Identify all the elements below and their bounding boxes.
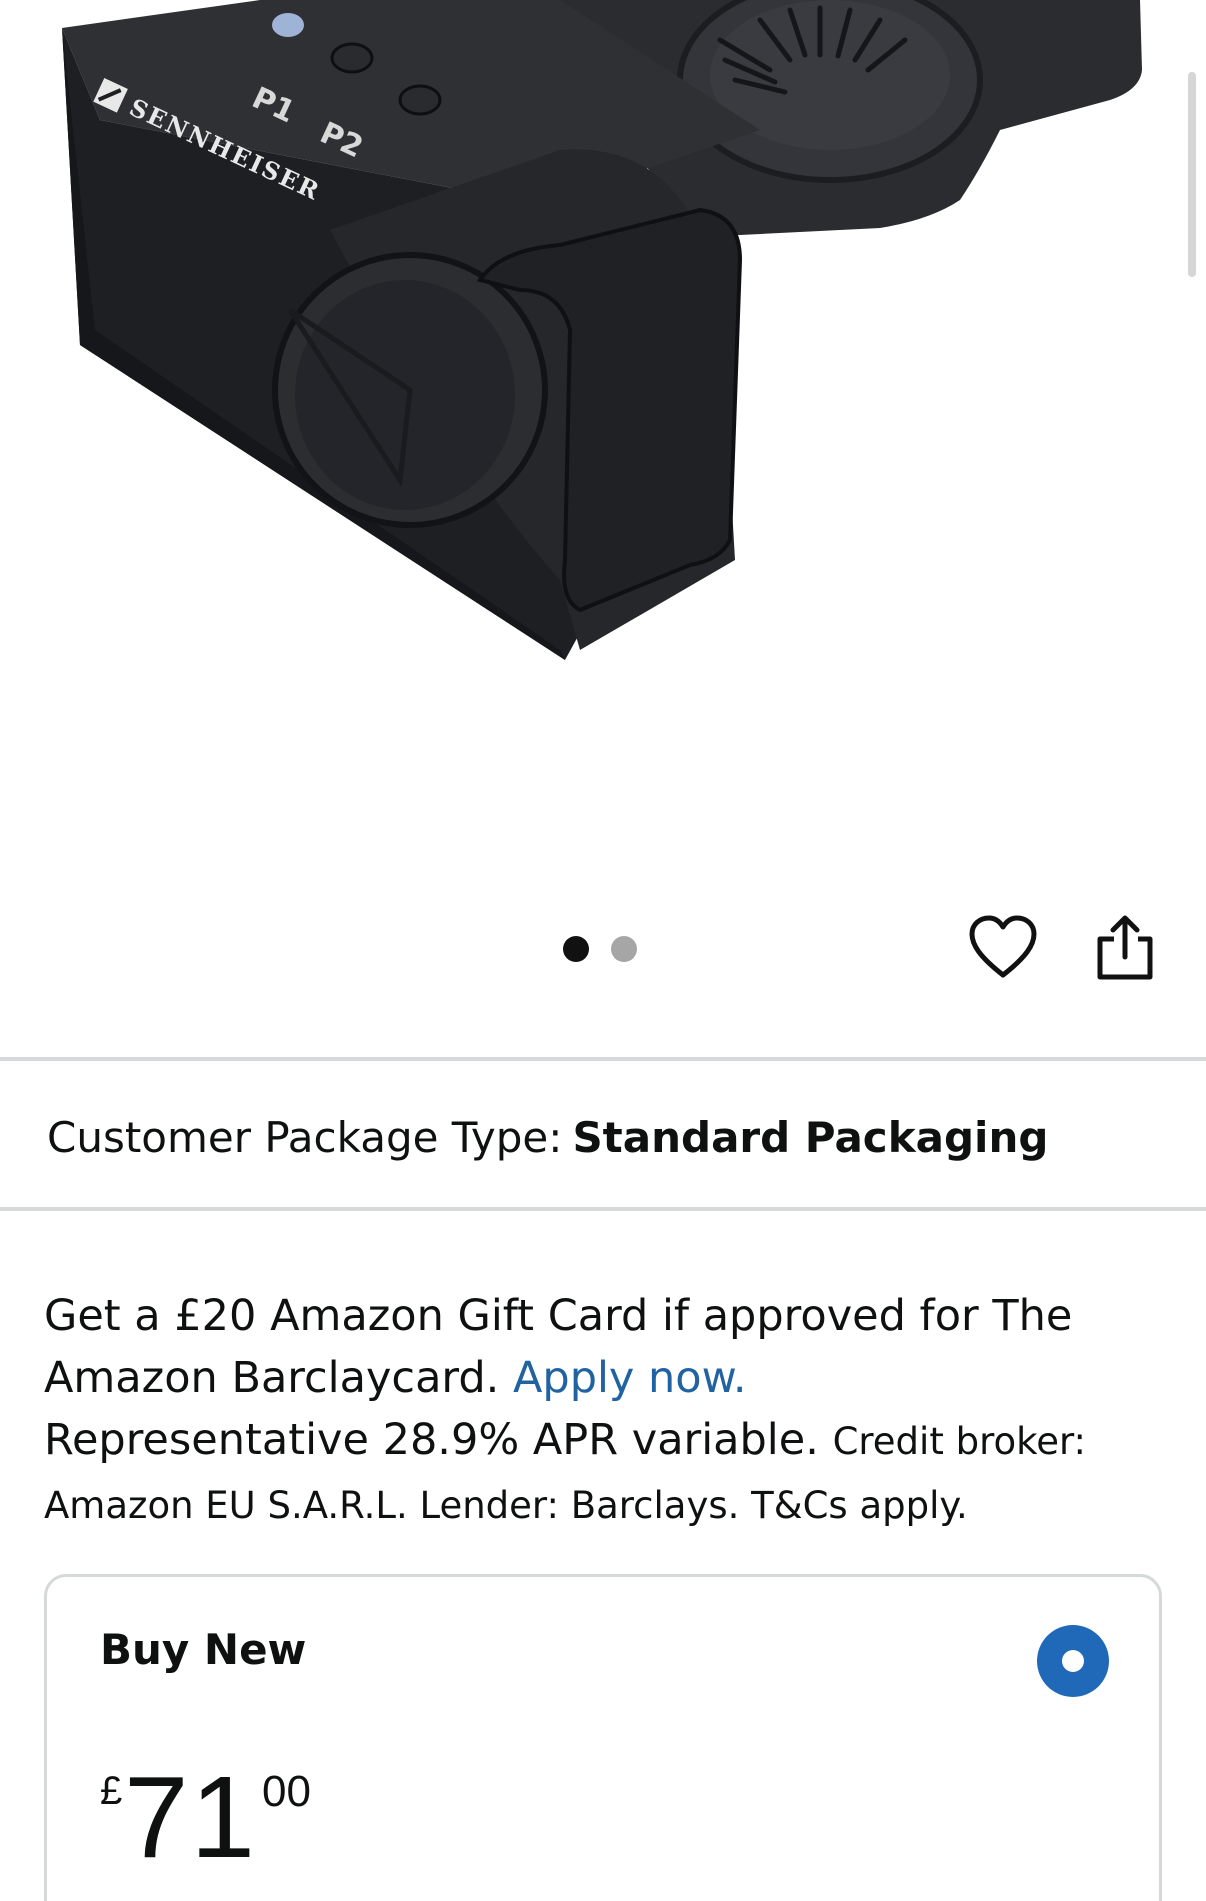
carousel-dots [563,936,637,962]
package-type-selector[interactable]: Customer Package Type: Standard Packaging [47,1108,1157,1168]
barclaycard-promo: Get a £20 Amazon Gift Card if approved f… [44,1285,1164,1537]
price-currency-symbol: £ [100,1769,123,1813]
package-type-label: Customer Package Type: [47,1113,563,1162]
buy-new-radio[interactable] [1037,1625,1109,1697]
promo-apr-text: Representative 28.9% APR variable. [44,1415,819,1465]
price-whole: 71 [124,1752,258,1882]
share-icon[interactable] [1094,913,1158,983]
scroll-indicator[interactable] [1188,72,1196,277]
buy-new-option[interactable]: Buy New £ 71 00 [44,1574,1162,1901]
buy-new-title: Buy New [100,1625,307,1674]
price-fraction: 00 [262,1767,311,1816]
divider [0,1207,1206,1211]
package-type-value: Standard Packaging [572,1113,1049,1162]
product-image-area: SENNHEISER P1 P2 [0,0,1206,1050]
apply-now-link[interactable]: Apply now. [513,1353,747,1403]
carousel-dot-1[interactable] [563,936,589,962]
carousel-dot-2[interactable] [611,936,637,962]
wishlist-heart-icon[interactable] [968,915,1038,981]
divider [0,1057,1206,1061]
product-image[interactable]: SENNHEISER P1 P2 [0,0,1206,700]
